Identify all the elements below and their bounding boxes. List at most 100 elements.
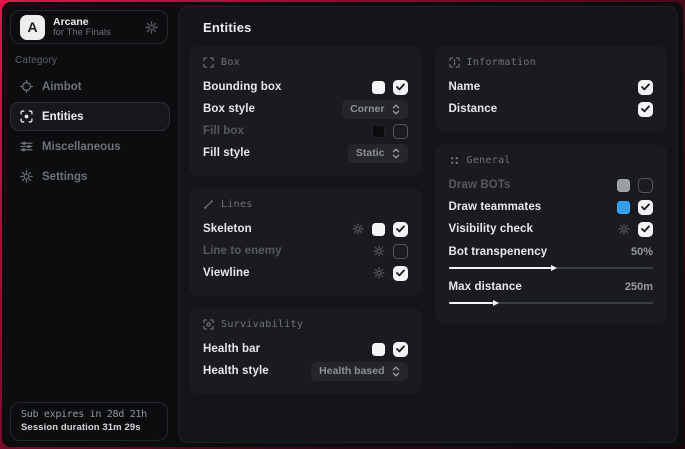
fill-box-checkbox[interactable]: [393, 124, 408, 139]
fill-style-row: Fill style Static: [203, 142, 408, 164]
app-name: Arcane: [53, 16, 137, 28]
fill-box-label: Fill box: [203, 125, 244, 137]
sliders-icon: [20, 140, 33, 153]
bot-transparency-label: Bot transpenency: [449, 246, 548, 258]
entities-scan-icon: [20, 110, 33, 123]
subscription-info-card: Sub expires in 28d 21h Session duration …: [10, 402, 168, 441]
sidebar-item-aimbot[interactable]: Aimbot: [10, 72, 170, 101]
visibility-check-label: Visibility check: [449, 223, 534, 235]
bot-transparency-head: Bot transpenency 50%: [449, 242, 654, 262]
app-settings-gear-icon[interactable]: [145, 21, 158, 34]
draw-bots-checkbox[interactable]: [638, 178, 653, 193]
lines-card-header: Lines: [203, 199, 408, 210]
scan-circle-icon: [203, 319, 214, 330]
fill-box-color-swatch[interactable]: [372, 125, 385, 138]
viewline-checkbox[interactable]: [393, 266, 408, 281]
survivability-card-title: Survivability: [221, 319, 303, 330]
draw-bots-label: Draw BOTs: [449, 179, 511, 191]
app-meta: Arcane for The Finals: [53, 16, 137, 39]
viewline-label: Viewline: [203, 267, 250, 279]
health-style-row: Health style Health based: [203, 360, 408, 382]
draw-bots-row: Draw BOTs: [449, 174, 654, 196]
health-bar-label: Health bar: [203, 343, 260, 355]
sidebar: A Arcane for The Finals Category Aimbot: [2, 2, 178, 447]
app-subtitle: for The Finals: [53, 28, 137, 39]
bounding-box-color-swatch[interactable]: [372, 81, 385, 94]
chevron-up-down-icon: [392, 148, 400, 159]
app-logo: A: [20, 15, 45, 40]
sidebar-nav: Aimbot Entities Miscellaneous: [10, 72, 170, 191]
app-window: A Arcane for The Finals Category Aimbot: [2, 2, 683, 447]
box-card-title: Box: [221, 57, 240, 68]
fill-style-label: Fill style: [203, 147, 250, 159]
health-bar-color-swatch[interactable]: [372, 343, 385, 356]
grid-dots-icon: [449, 155, 460, 166]
bot-transparency-slider[interactable]: [449, 267, 654, 269]
general-card-title: General: [467, 155, 511, 166]
fill-box-row: Fill box: [203, 120, 408, 142]
max-distance-slider[interactable]: [449, 302, 654, 304]
general-card: General Draw BOTs Draw teammates: [435, 144, 668, 324]
max-distance-label: Max distance: [449, 281, 522, 293]
information-card-header: Information: [449, 57, 654, 68]
box-style-row: Box style Corner: [203, 98, 408, 120]
skeleton-row: Skeleton: [203, 218, 408, 240]
gear-icon: [20, 170, 33, 183]
fill-style-value: Static: [356, 147, 385, 159]
distance-checkbox[interactable]: [638, 102, 653, 117]
session-duration-text: Session duration 31m 29s: [21, 422, 157, 433]
bounding-box-label: Bounding box: [203, 81, 282, 93]
left-column: Box Bounding box Box style: [189, 46, 422, 406]
line-to-enemy-checkbox[interactable]: [393, 244, 408, 259]
skeleton-color-swatch[interactable]: [372, 223, 385, 236]
viewline-config-gear-icon[interactable]: [373, 267, 385, 279]
sidebar-item-label: Entities: [42, 111, 84, 123]
name-row: Name: [449, 76, 654, 98]
app-header-card: A Arcane for The Finals: [10, 10, 168, 44]
draw-teammates-color-swatch[interactable]: [617, 201, 630, 214]
sidebar-item-label: Miscellaneous: [42, 141, 121, 153]
visibility-check-checkbox[interactable]: [638, 222, 653, 237]
lines-card-title: Lines: [221, 199, 253, 210]
information-card: Information Name Distance: [435, 46, 668, 132]
viewline-row: Viewline: [203, 262, 408, 284]
visibility-check-config-gear-icon[interactable]: [618, 223, 630, 235]
sidebar-item-settings[interactable]: Settings: [10, 162, 170, 191]
sidebar-item-label: Settings: [42, 171, 87, 183]
category-label: Category: [15, 55, 57, 66]
name-checkbox[interactable]: [638, 80, 653, 95]
max-distance-head: Max distance 250m: [449, 277, 654, 297]
right-column: Information Name Distance: [435, 46, 668, 406]
bounding-box-checkbox[interactable]: [393, 80, 408, 95]
distance-label: Distance: [449, 103, 498, 115]
draw-bots-color-swatch[interactable]: [617, 179, 630, 192]
box-style-value: Corner: [350, 103, 384, 115]
fill-style-dropdown[interactable]: Static: [348, 144, 408, 163]
line-to-enemy-config-gear-icon[interactable]: [373, 245, 385, 257]
health-bar-row: Health bar: [203, 338, 408, 360]
slider-thumb[interactable]: [493, 300, 499, 306]
slider-fill: [449, 302, 494, 304]
slider-thumb[interactable]: [551, 265, 557, 271]
skeleton-checkbox[interactable]: [393, 222, 408, 237]
diagonal-line-icon: [203, 199, 214, 210]
box-style-dropdown[interactable]: Corner: [342, 100, 407, 119]
general-card-header: General: [449, 155, 654, 166]
skeleton-config-gear-icon[interactable]: [352, 223, 364, 235]
box-card-header: Box: [203, 57, 408, 68]
draw-teammates-label: Draw teammates: [449, 201, 542, 213]
box-card: Box Bounding box Box style: [189, 46, 422, 176]
chevron-up-down-icon: [392, 104, 400, 115]
survivability-card-header: Survivability: [203, 319, 408, 330]
health-bar-checkbox[interactable]: [393, 342, 408, 357]
corner-brackets-icon: [203, 57, 214, 68]
health-style-dropdown[interactable]: Health based: [311, 362, 407, 381]
line-to-enemy-label: Line to enemy: [203, 245, 282, 257]
information-card-title: Information: [467, 57, 537, 68]
screen-background: A Arcane for The Finals Category Aimbot: [0, 0, 685, 449]
box-style-label: Box style: [203, 103, 255, 115]
sub-expiry-text: Sub expires in 28d 21h: [21, 409, 157, 420]
draw-teammates-checkbox[interactable]: [638, 200, 653, 215]
sidebar-item-entities[interactable]: Entities: [10, 102, 170, 131]
sidebar-item-miscellaneous[interactable]: Miscellaneous: [10, 132, 170, 161]
